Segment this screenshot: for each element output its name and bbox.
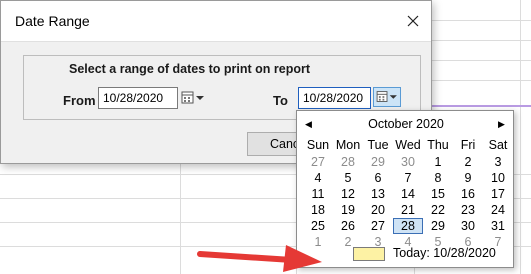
calendar-day[interactable]: 19: [333, 202, 363, 218]
calendar-day[interactable]: 12: [333, 186, 363, 202]
calendar-day[interactable]: 21: [393, 202, 423, 218]
weekday-label: Sun: [306, 138, 330, 152]
calendar-day[interactable]: 28: [393, 218, 423, 234]
weekday-label: Tue: [367, 138, 389, 152]
calendar-day[interactable]: 30: [453, 218, 483, 234]
today-label: Today: 10/28/2020: [393, 246, 496, 260]
weekday-label: Sat: [488, 138, 508, 152]
calendar-day[interactable]: 2: [453, 154, 483, 170]
calendar-day[interactable]: 20: [363, 202, 393, 218]
calendar-day[interactable]: 11: [303, 186, 333, 202]
calendar-month-label[interactable]: October 2020: [297, 117, 515, 131]
screen: Date Range Select a range of dates to pr…: [0, 0, 531, 274]
calendar-day[interactable]: 16: [453, 186, 483, 202]
calendar-day[interactable]: 27: [303, 154, 333, 170]
annotation-arrow-icon: [197, 245, 322, 272]
dialog-title: Date Range: [15, 13, 90, 29]
calendar-day[interactable]: 25: [303, 218, 333, 234]
calendar-day[interactable]: 29: [423, 218, 453, 234]
calendar-day[interactable]: 22: [423, 202, 453, 218]
calendar-day[interactable]: 7: [393, 170, 423, 186]
next-month-icon[interactable]: ▶: [498, 119, 505, 130]
grid-line: [520, 0, 521, 274]
calendar-day[interactable]: 6: [363, 170, 393, 186]
title-bar[interactable]: Date Range: [1, 1, 431, 42]
calendar-day[interactable]: 4: [303, 170, 333, 186]
calendar-day[interactable]: 28: [333, 154, 363, 170]
calendar-day[interactable]: 24: [483, 202, 513, 218]
calendar-day[interactable]: 9: [453, 170, 483, 186]
calendar-day[interactable]: 27: [363, 218, 393, 234]
to-label: To: [273, 93, 288, 108]
calendar-day[interactable]: 26: [333, 218, 363, 234]
instruction-text: Select a range of dates to print on repo…: [69, 62, 311, 76]
calendar-day[interactable]: 8: [423, 170, 453, 186]
calendar-day[interactable]: 14: [393, 186, 423, 202]
highlight-line: [430, 105, 531, 107]
from-date-field[interactable]: 10/28/2020: [98, 87, 178, 109]
weekday-label: Fri: [460, 138, 476, 152]
calendar-day[interactable]: 30: [393, 154, 423, 170]
calendar-day[interactable]: 15: [423, 186, 453, 202]
today-swatch: [353, 247, 385, 261]
from-label: From: [63, 93, 96, 108]
calendar-day[interactable]: 13: [363, 186, 393, 202]
close-icon[interactable]: [401, 9, 425, 33]
to-calendar-dropdown-button[interactable]: [373, 87, 401, 107]
calendar-popup: ◀ October 2020 ▶ Sun Mon Tue Wed Thu Fri…: [296, 110, 514, 268]
calendar-day[interactable]: 18: [303, 202, 333, 218]
from-calendar-dropdown-button[interactable]: [179, 88, 207, 108]
weekday-label: Mon: [335, 138, 361, 152]
calendar-day[interactable]: 23: [453, 202, 483, 218]
calendar-day[interactable]: 17: [483, 186, 513, 202]
calendar-day[interactable]: 10: [483, 170, 513, 186]
to-date-field[interactable]: 10/28/2020: [298, 87, 371, 109]
weekday-label: Thu: [427, 138, 449, 152]
calendar-day[interactable]: 31: [483, 218, 513, 234]
calendar-day[interactable]: 5: [333, 170, 363, 186]
weekday-label: Wed: [395, 138, 421, 152]
calendar-day[interactable]: 29: [363, 154, 393, 170]
calendar-day[interactable]: 1: [423, 154, 453, 170]
calendar-day[interactable]: 3: [483, 154, 513, 170]
